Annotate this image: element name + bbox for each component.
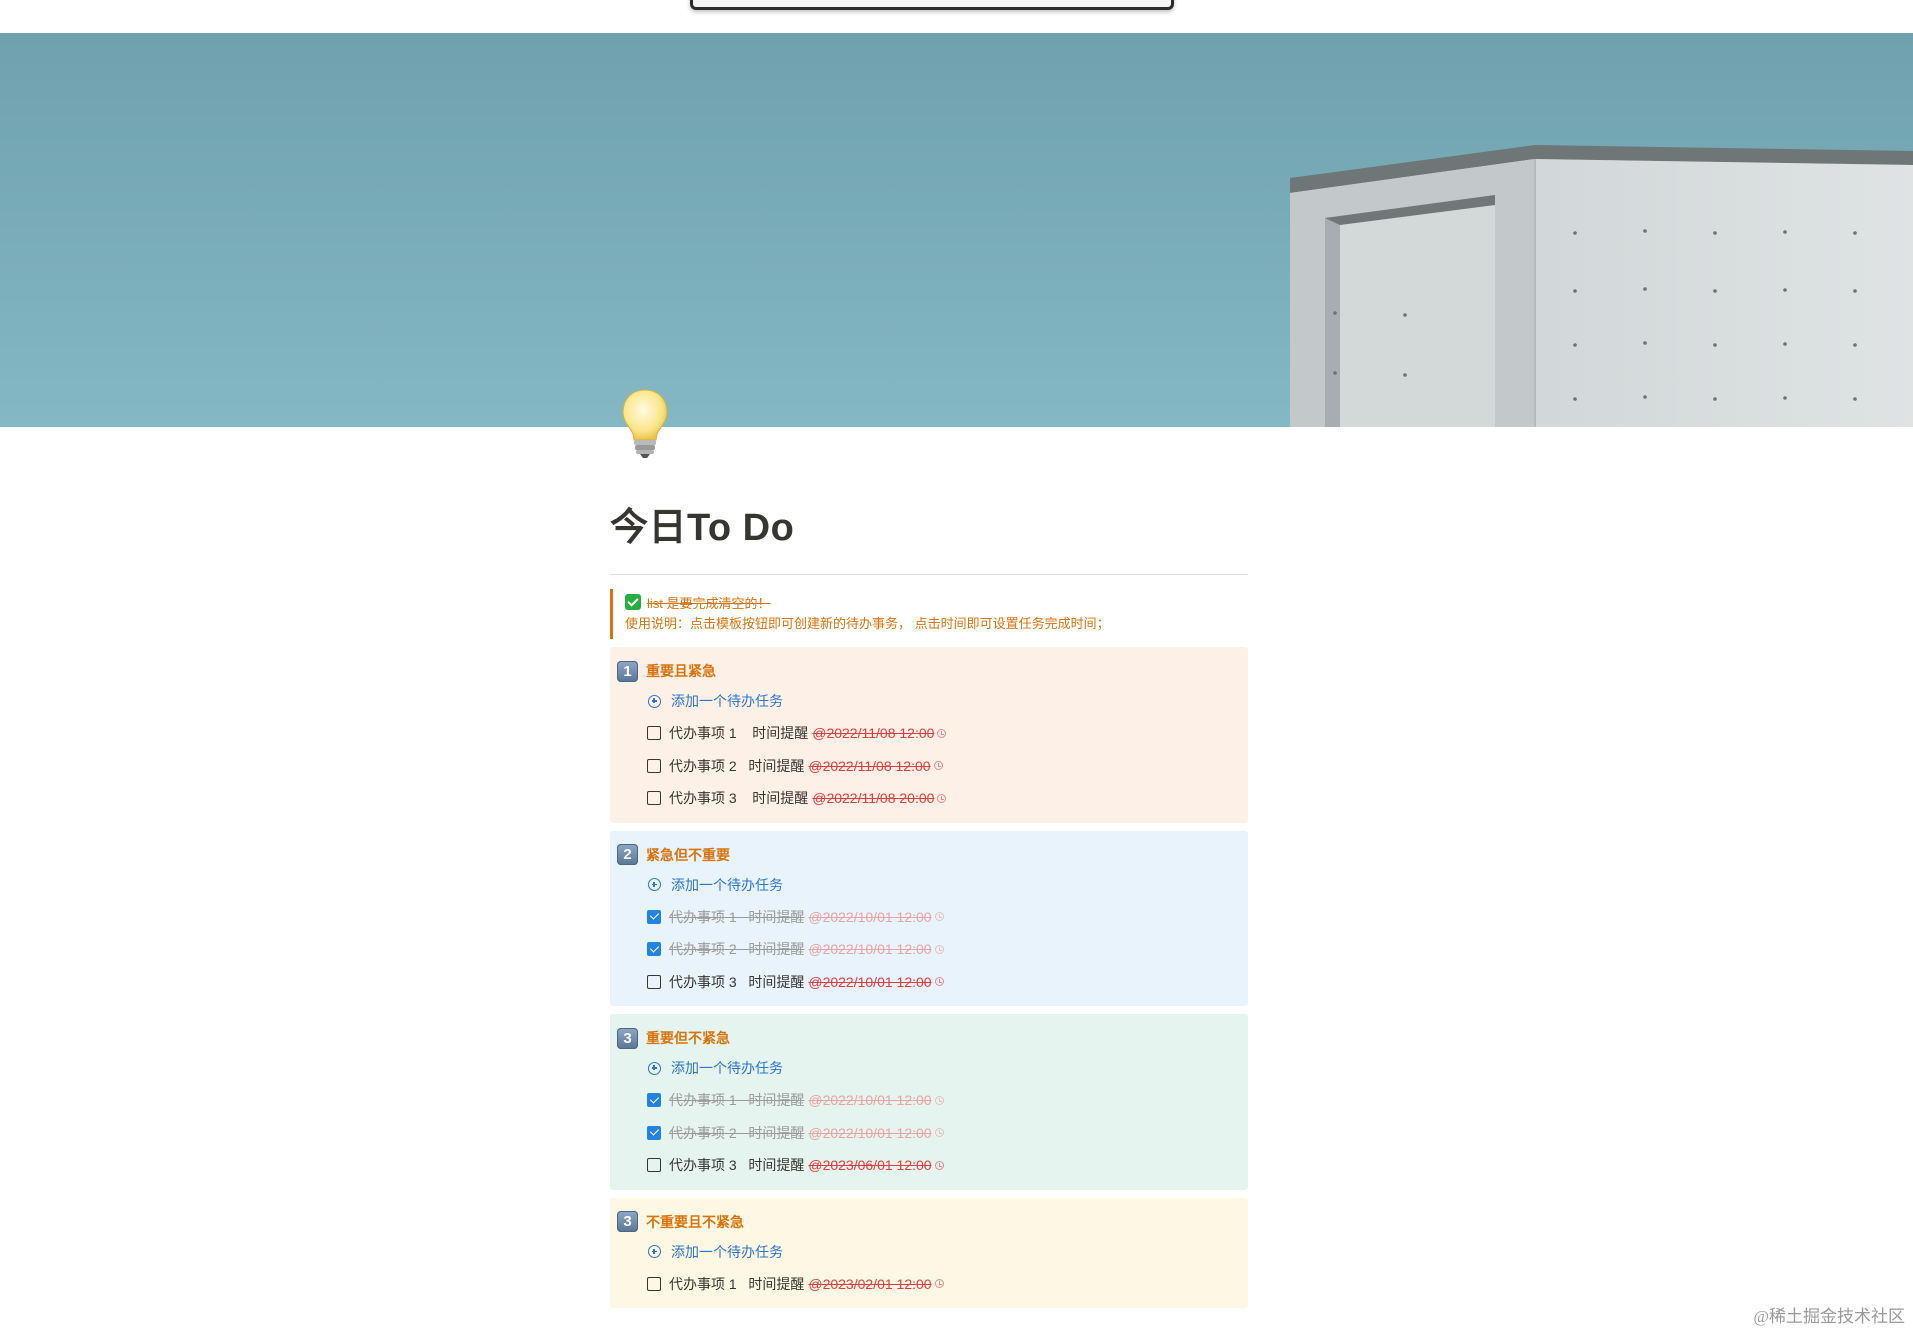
section-header: 1 重要且紧急 (610, 657, 1248, 685)
todo-item: 代办事项 1 时间提醒 @2022/11/08 12:00 (610, 717, 1248, 750)
todo-text[interactable]: 代办事项 1 时间提醒 (669, 723, 808, 743)
todo-checkbox[interactable] (647, 974, 661, 989)
todo-text[interactable]: 代办事项 3 时间提醒 (669, 972, 804, 992)
todo-text[interactable]: 代办事项 1 时间提醒 (669, 1090, 804, 1110)
todo-checkbox[interactable] (647, 726, 661, 741)
add-task-label: 添加一个待办任务 (671, 1060, 783, 1076)
add-task-label: 添加一个待办任务 (671, 1243, 783, 1260)
alarm-clock-icon (934, 1160, 944, 1170)
todo-checkbox[interactable] (647, 1093, 661, 1108)
lightbulb-icon[interactable] (620, 388, 670, 460)
quadrant-section: 2 紧急但不重要 添加一个待办任务 代办事项 1 时间提醒 @2022/10/01 12… (610, 830, 1248, 1006)
callout-instructions: 使用说明：点击模板按钮即可创建新的待办事务， 点击时间即可设置任务完成时间； (625, 616, 1110, 631)
reminder-date[interactable]: @2022/10/01 12:00 (808, 909, 931, 925)
todo-text[interactable]: 代办事项 3 时间提醒 (669, 1155, 804, 1175)
todo-item: 代办事项 3 时间提醒 @2022/10/01 12:00 (610, 966, 1248, 999)
todo-checkbox[interactable] (647, 942, 661, 957)
section-header: 2 紧急但不重要 (610, 841, 1248, 869)
top-bar (0, 0, 1913, 33)
todo-text[interactable]: 代办事项 3 时间提醒 (669, 788, 808, 808)
quadrant-section: 3 重要但不紧急添加一个待办任务代办事项 1 时间提醒 @2022/10/01 12… (610, 1014, 1248, 1190)
page-title[interactable]: 今日To Do (610, 498, 1248, 558)
section-title: 不重要且不紧急 (646, 1213, 744, 1230)
todo-text[interactable]: 代办事项 1 时间提醒 (669, 907, 804, 927)
reminder-date[interactable]: @2022/10/01 12:00 (808, 1092, 931, 1108)
number-badge-icon: 3 (617, 1027, 638, 1049)
todo-item: 代办事项 2 时间提醒 @2022/10/01 12:00 (610, 933, 1248, 966)
reminder-date[interactable]: @2022/11/08 20:00 (812, 790, 934, 806)
alarm-clock-icon (937, 728, 947, 738)
todo-text[interactable]: 代办事项 2 时间提醒 (669, 1123, 804, 1143)
reminder-date[interactable]: @2022/10/01 12:00 (808, 974, 931, 990)
todo-checkbox[interactable] (647, 1158, 661, 1173)
alarm-clock-icon (934, 977, 944, 987)
divider (610, 574, 1248, 575)
callout-block[interactable]: list 是要完成清空的！ 使用说明：点击模板按钮即可创建新的待办事务， 点击时… (610, 589, 1248, 639)
add-task-button[interactable]: 添加一个待办任务 (610, 869, 1248, 901)
todo-checkbox[interactable] (647, 791, 661, 806)
todo-checkbox[interactable] (647, 758, 661, 773)
alarm-clock-icon (933, 761, 943, 771)
add-task-button[interactable]: 添加一个待办任务 (610, 685, 1248, 717)
section-title: 重要但不紧急 (646, 1030, 730, 1046)
todo-text[interactable]: 代办事项 1 时间提醒 (669, 1274, 804, 1294)
todo-item: 代办事项 2 时间提醒 @2022/10/01 12:00 (610, 1117, 1248, 1150)
todo-checkbox[interactable] (647, 909, 661, 924)
quadrant-sections: 1 重要且紧急 添加一个待办任务 代办事项 1 时间提醒 @2022/11/08 12:… (610, 647, 1248, 1308)
alarm-clock-icon (934, 1095, 944, 1105)
todo-item: 代办事项 3 时间提醒 @2022/11/08 20:00 (610, 782, 1248, 815)
todo-item: 代办事项 2 时间提醒 @2022/11/08 12:00 (610, 750, 1248, 783)
reminder-date[interactable]: @2023/06/01 12:00 (808, 1157, 931, 1173)
reminder-date[interactable]: @2022/10/01 12:00 (808, 941, 931, 957)
add-task-button[interactable]: 添加一个待办任务 (610, 1052, 1248, 1084)
section-header: 3 不重要且不紧急 (610, 1208, 1248, 1236)
page-content: 今日To Do list 是要完成清空的！ 使用说明：点击模板按钮即可创建新的待… (610, 480, 1248, 1308)
alarm-clock-icon (934, 912, 944, 922)
plus-circle-icon (648, 694, 661, 708)
reminder-date[interactable]: @2023/02/01 12:00 (808, 1276, 931, 1292)
alarm-clock-icon (937, 793, 947, 803)
reminder-date[interactable]: @2022/10/01 12:00 (808, 1125, 931, 1141)
callout-strike-text: list 是要完成清空的！ (647, 595, 771, 611)
add-task-label: 添加一个待办任务 (671, 876, 783, 893)
reminder-date[interactable]: @2022/11/08 12:00 (808, 758, 930, 774)
section-title: 重要且紧急 (646, 663, 716, 679)
todo-checkbox[interactable] (647, 1125, 661, 1140)
quadrant-section: 1 重要且紧急添加一个待办任务代办事项 1 时间提醒 @2022/11/08 12:… (610, 647, 1248, 823)
alarm-clock-icon (934, 944, 944, 954)
todo-checkbox[interactable] (647, 1276, 661, 1291)
todo-text[interactable]: 代办事项 2 时间提醒 (669, 939, 804, 959)
alarm-clock-icon (934, 1279, 944, 1289)
add-task-button[interactable]: 添加一个待办任务 (610, 1236, 1248, 1268)
section-title: 紧急但不重要 (646, 846, 730, 863)
todo-item: 代办事项 1 时间提醒 @2022/10/01 12:00 (610, 1084, 1248, 1117)
reminder-date[interactable]: @2022/11/08 12:00 (812, 725, 934, 741)
page-cover-image[interactable] (0, 33, 1913, 427)
number-badge-icon: 3 (617, 1211, 638, 1232)
plus-circle-icon (648, 1245, 661, 1258)
top-popup-edge (690, 0, 1174, 10)
todo-item: 代办事项 1 时间提醒 @2023/02/01 12:00 (610, 1268, 1248, 1301)
quadrant-section: 3 不重要且不紧急添加一个待办任务代办事项 1 时间提醒 @2023/02/01 1… (610, 1197, 1248, 1308)
add-task-label: 添加一个待办任务 (671, 693, 783, 709)
check-mark-icon (625, 594, 641, 610)
alarm-clock-icon (934, 1128, 944, 1138)
plus-circle-icon (648, 878, 661, 891)
watermark: @稀土掘金技术社区 (1753, 1307, 1905, 1326)
section-header: 3 重要但不紧急 (610, 1024, 1248, 1052)
todo-item: 代办事项 1 时间提醒 @2022/10/01 12:00 (610, 901, 1248, 934)
callout-line-1: list 是要完成清空的！ (625, 591, 1248, 613)
number-badge-icon: 1 (617, 660, 638, 682)
number-badge-icon: 2 (617, 844, 638, 865)
plus-circle-icon (648, 1061, 661, 1075)
todo-text[interactable]: 代办事项 2 时间提醒 (669, 756, 804, 776)
todo-item: 代办事项 3 时间提醒 @2023/06/01 12:00 (610, 1149, 1248, 1182)
